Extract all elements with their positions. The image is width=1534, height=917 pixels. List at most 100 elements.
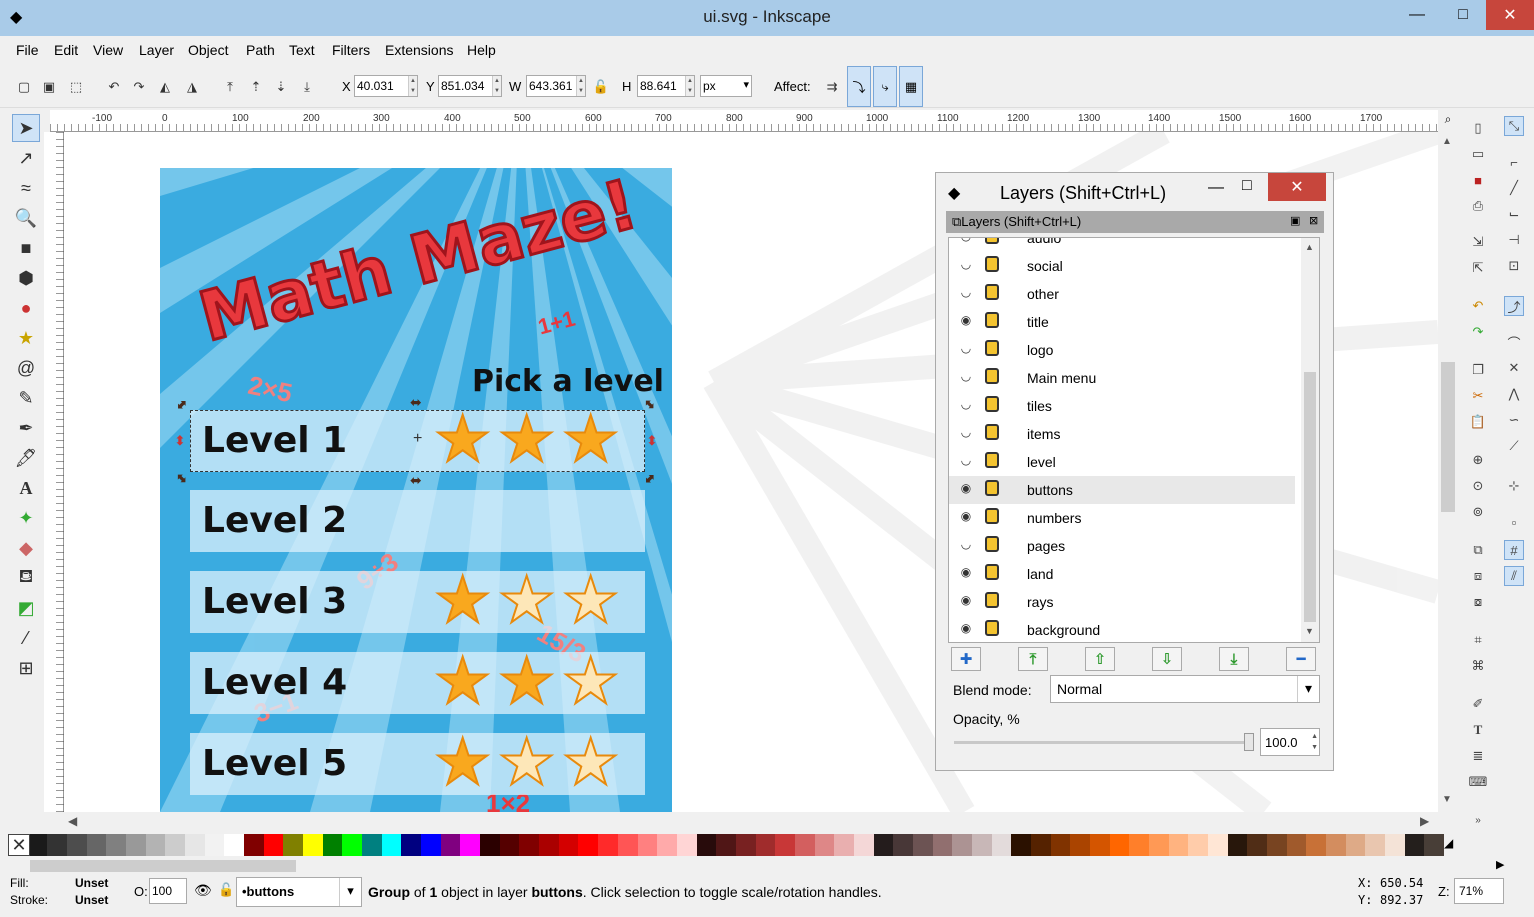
color-swatch[interactable] bbox=[67, 834, 87, 856]
eye-open-icon[interactable]: ◉ bbox=[957, 593, 975, 609]
color-swatch[interactable] bbox=[1050, 834, 1071, 856]
menu-object[interactable]: Object bbox=[188, 42, 228, 58]
paint-bucket-tool-icon[interactable]: ⛾ bbox=[12, 564, 40, 592]
color-swatch[interactable] bbox=[362, 834, 382, 856]
eye-open-icon[interactable]: ◉ bbox=[957, 509, 975, 525]
layers-list[interactable]: ◡ audio◡ social◡ other◉ title◡ logo◡ Mai… bbox=[948, 237, 1320, 643]
eye-closed-icon[interactable]: ◡ bbox=[957, 425, 975, 441]
dock-toggle-icon[interactable]: ▣ bbox=[1290, 214, 1300, 227]
layers-dock-tab[interactable]: ⧉Layers (Shift+Ctrl+L) ▣ ⊠ bbox=[946, 211, 1324, 233]
scrollbar-thumb[interactable] bbox=[30, 860, 296, 872]
layer-row[interactable]: ◡ audio bbox=[949, 238, 1295, 252]
color-swatch[interactable] bbox=[126, 834, 146, 856]
menu-text[interactable]: Text bbox=[289, 42, 315, 58]
text-font-icon[interactable]: T bbox=[1468, 720, 1488, 740]
new-document-icon[interactable]: ▯ bbox=[1468, 118, 1488, 138]
color-swatch[interactable] bbox=[263, 834, 284, 856]
lock-icon[interactable] bbox=[985, 284, 999, 300]
y-input[interactable]: 851.034 ▲ ▼ bbox=[438, 75, 502, 97]
color-swatch[interactable] bbox=[283, 834, 304, 856]
lock-ratio-icon[interactable]: 🔓 bbox=[591, 77, 611, 97]
eye-closed-icon[interactable]: ◡ bbox=[957, 257, 975, 273]
canvas-horizontal-scrollbar[interactable]: ◀ ▶ bbox=[64, 812, 1438, 832]
opacity-input[interactable]: 100.0 ▲ ▼ bbox=[1260, 728, 1320, 756]
zoom-page-icon[interactable]: ⊚ bbox=[1468, 502, 1488, 522]
color-swatch[interactable] bbox=[165, 834, 186, 856]
dropper-tool-icon[interactable]: ⁄ bbox=[12, 624, 40, 652]
document-page[interactable]: Math Maze! Pick a level 1+1 2×5 9÷3 15/3… bbox=[160, 168, 672, 812]
color-swatch[interactable] bbox=[1365, 834, 1386, 856]
palette-scrollbar[interactable]: ▶ bbox=[30, 858, 1504, 874]
select-all-icon[interactable]: ▢ bbox=[14, 77, 34, 97]
color-swatch[interactable] bbox=[794, 834, 815, 856]
rotate-cw-icon[interactable]: ↷ bbox=[129, 77, 149, 97]
layer-row[interactable]: ◉ buttons bbox=[949, 476, 1295, 504]
eye-closed-icon[interactable]: ◡ bbox=[957, 537, 975, 553]
move-patterns-icon[interactable]: ▦ bbox=[899, 66, 923, 107]
lock-icon[interactable] bbox=[985, 340, 999, 356]
deselect-icon[interactable]: ⬚ bbox=[66, 77, 86, 97]
scale-corners-icon[interactable]: ⤵ bbox=[847, 66, 871, 107]
clone-icon[interactable]: ⧈ bbox=[1468, 566, 1488, 586]
layer-row[interactable]: ◉ land bbox=[949, 560, 1295, 588]
h-input[interactable]: 88.641 ▲ ▼ bbox=[637, 75, 695, 97]
raise-layer-top-button[interactable]: ⤒ bbox=[1018, 647, 1048, 671]
layer-row[interactable]: ◡ pages bbox=[949, 532, 1295, 560]
paste-icon[interactable]: 📋 bbox=[1468, 412, 1488, 432]
color-swatch[interactable] bbox=[460, 834, 481, 856]
snap-smooth-nodes-icon[interactable]: ∽ bbox=[1504, 410, 1524, 430]
lock-icon[interactable] bbox=[985, 238, 999, 244]
rotation-center-icon[interactable]: + bbox=[413, 430, 422, 448]
rotate-ccw-icon[interactable]: ↶ bbox=[104, 77, 124, 97]
zoom-fit-icon[interactable]: ⌕ bbox=[1438, 112, 1458, 132]
color-swatch[interactable] bbox=[775, 834, 795, 856]
layer-row[interactable]: ◉ background bbox=[949, 616, 1295, 642]
level-button[interactable]: Level 4 ★ ★ ★ bbox=[190, 647, 645, 715]
color-swatch[interactable] bbox=[755, 834, 776, 856]
eye-open-icon[interactable]: ◉ bbox=[957, 565, 975, 581]
color-swatch[interactable] bbox=[676, 834, 697, 856]
snap-bbox-midpoints-icon[interactable]: ⊣ bbox=[1504, 230, 1524, 250]
snap-cusp-nodes-icon[interactable]: ⋀ bbox=[1504, 384, 1524, 404]
scale-handle-icon[interactable]: ⬌ bbox=[410, 394, 422, 411]
layer-row[interactable]: ◡ other bbox=[949, 280, 1295, 308]
scroll-right-icon[interactable]: ▶ bbox=[1420, 814, 1429, 828]
color-swatch[interactable] bbox=[1286, 834, 1307, 856]
layer-row[interactable]: ◡ tiles bbox=[949, 392, 1295, 420]
color-swatch[interactable] bbox=[578, 834, 599, 856]
snap-toggle-icon[interactable]: ⤡ bbox=[1504, 116, 1524, 136]
lock-icon[interactable] bbox=[985, 508, 999, 524]
color-swatch[interactable] bbox=[637, 834, 658, 856]
canvas-vertical-scrollbar[interactable]: ▲ ▼ bbox=[1438, 132, 1458, 812]
color-swatch[interactable] bbox=[401, 834, 422, 856]
snap-bbox-corners-icon[interactable]: ⌙ bbox=[1504, 204, 1524, 224]
scrollbar-thumb[interactable] bbox=[1441, 362, 1455, 512]
node-tool-icon[interactable]: ↗ bbox=[12, 144, 40, 172]
save-icon[interactable]: ■ bbox=[1468, 170, 1488, 190]
print-icon[interactable]: ⎙ bbox=[1468, 196, 1488, 216]
lock-icon[interactable] bbox=[985, 564, 999, 580]
eye-closed-icon[interactable]: ◡ bbox=[957, 341, 975, 357]
snap-guides-icon[interactable]: ⫽ bbox=[1504, 566, 1524, 586]
color-swatch[interactable] bbox=[47, 834, 68, 856]
scroll-up-icon[interactable]: ▲ bbox=[1305, 242, 1314, 252]
maximize-button[interactable]: □ bbox=[1440, 0, 1486, 30]
no-paint-swatch-icon[interactable]: ✕ bbox=[8, 834, 30, 856]
layer-row[interactable]: ◉ title bbox=[949, 308, 1295, 336]
scale-handle-icon[interactable]: ⬌ bbox=[410, 472, 422, 489]
snap-bbox-centers-icon[interactable]: ⊡ bbox=[1504, 256, 1524, 276]
level-button[interactable]: Level 2 bbox=[190, 490, 645, 552]
menu-extensions[interactable]: Extensions bbox=[385, 42, 453, 58]
select-all-layers-icon[interactable]: ▣ bbox=[39, 77, 59, 97]
opacity-slider-handle[interactable] bbox=[1244, 733, 1254, 751]
raise-to-top-icon[interactable]: ⤒ bbox=[220, 77, 240, 97]
menu-path[interactable]: Path bbox=[246, 42, 275, 58]
level-button[interactable]: Level 3 ★ ★ ★ bbox=[190, 566, 645, 634]
lock-icon[interactable] bbox=[985, 424, 999, 440]
open-icon[interactable]: ▭ bbox=[1468, 144, 1488, 164]
layer-row[interactable]: ◡ social bbox=[949, 252, 1295, 280]
color-swatch[interactable] bbox=[617, 834, 638, 856]
color-swatch[interactable] bbox=[1148, 834, 1169, 856]
unit-select[interactable]: px ▾ bbox=[700, 75, 752, 97]
menu-filters[interactable]: Filters bbox=[332, 42, 370, 58]
